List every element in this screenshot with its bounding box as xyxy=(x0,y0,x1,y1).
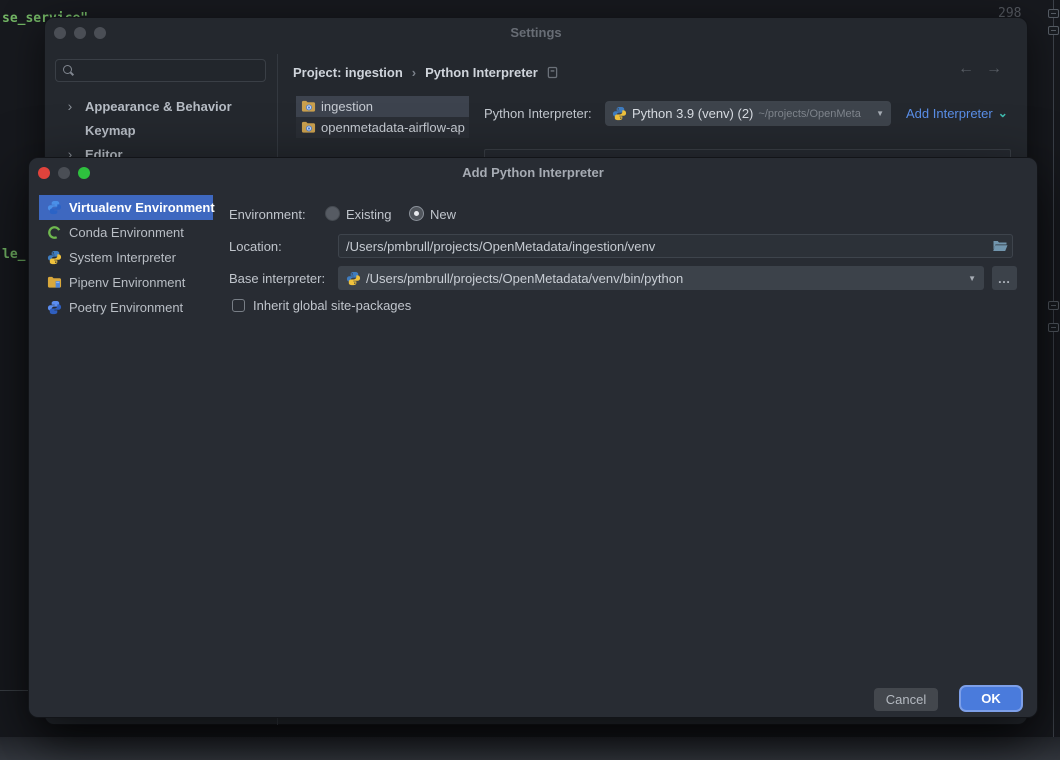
back-arrow-icon[interactable]: ← xyxy=(958,60,974,78)
radio-existing-label[interactable]: Existing xyxy=(346,207,392,222)
code-fold-icon[interactable] xyxy=(1048,323,1059,332)
interpreter-value: Python 3.9 (venv) (2) xyxy=(632,106,753,121)
forward-arrow-icon[interactable]: → xyxy=(986,60,1002,78)
project-row-openmetadata-airflow[interactable]: openmetadata-airflow-ap xyxy=(296,117,469,138)
browse-ellipsis-button[interactable]: … xyxy=(992,266,1017,290)
project-list: ingestion openmetadata-airflow-ap xyxy=(296,96,469,138)
interpreter-select[interactable]: Python 3.9 (venv) (2) ~/projects/OpenMet… xyxy=(605,101,891,126)
radio-new[interactable] xyxy=(409,206,424,221)
sidebar-item-keymap[interactable]: Keymap xyxy=(45,118,277,142)
sidebar-item-system-interpreter[interactable]: System Interpreter xyxy=(39,245,213,270)
sidebar-item-poetry[interactable]: Poetry Environment xyxy=(39,295,213,320)
background-code-fragment: le_ xyxy=(2,247,25,262)
breadcrumb-card-icon xyxy=(547,66,558,79)
interpreter-label: Python Interpreter: xyxy=(484,106,592,121)
breadcrumb-separator-icon: › xyxy=(412,65,416,80)
code-fold-icon[interactable] xyxy=(1048,26,1059,35)
chevron-down-icon: ⌄ xyxy=(998,110,1008,117)
search-icon xyxy=(62,64,76,77)
module-folder-icon xyxy=(301,120,316,135)
location-label: Location: xyxy=(229,239,282,254)
editor-gutter-line xyxy=(1053,0,1054,760)
chevron-right-icon: › xyxy=(59,99,81,113)
conda-icon xyxy=(47,225,62,240)
sidebar-item-conda[interactable]: Conda Environment xyxy=(39,220,213,245)
dialog-title: Add Python Interpreter xyxy=(29,165,1037,180)
sidebar-item-appearance-behavior[interactable]: › Appearance & Behavior xyxy=(45,94,277,118)
base-interpreter-value: /Users/pmbrull/projects/OpenMetadata/ven… xyxy=(366,271,964,286)
code-fold-icon[interactable] xyxy=(1048,9,1059,18)
radio-existing[interactable] xyxy=(325,206,340,221)
interpreter-path: ~/projects/OpenMeta xyxy=(758,108,872,120)
poetry-icon xyxy=(47,300,62,315)
base-interpreter-select[interactable]: /Users/pmbrull/projects/OpenMetadata/ven… xyxy=(338,266,984,290)
panel-divider xyxy=(0,690,28,691)
code-fold-icon[interactable] xyxy=(1048,301,1059,310)
pipenv-icon xyxy=(47,275,62,290)
environment-label: Environment: xyxy=(229,207,306,222)
python-icon xyxy=(47,250,62,265)
base-interpreter-label: Base interpreter: xyxy=(229,271,325,286)
breadcrumb-page[interactable]: Python Interpreter xyxy=(425,65,538,80)
cancel-button[interactable]: Cancel xyxy=(874,688,938,711)
python-icon xyxy=(612,106,627,121)
add-interpreter-link[interactable]: Add Interpreter ⌄ xyxy=(906,106,1008,121)
location-input[interactable] xyxy=(338,234,1013,258)
settings-search-input[interactable] xyxy=(55,59,266,82)
project-row-ingestion[interactable]: ingestion xyxy=(296,96,469,117)
python-icon xyxy=(346,271,361,286)
inherit-site-packages-checkbox[interactable] xyxy=(232,299,245,312)
inherit-site-packages-label[interactable]: Inherit global site-packages xyxy=(253,298,411,313)
ide-bottom-bar xyxy=(0,737,1060,760)
ok-button[interactable]: OK xyxy=(959,685,1023,712)
folder-browse-icon[interactable] xyxy=(992,238,1008,254)
module-folder-icon xyxy=(301,99,316,114)
sidebar-item-pipenv[interactable]: Pipenv Environment xyxy=(39,270,213,295)
dropdown-arrow-icon: ▼ xyxy=(876,109,884,118)
sidebar-item-virtualenv[interactable]: Virtualenv Environment xyxy=(39,195,213,220)
add-python-interpreter-dialog: Add Python Interpreter Virtualenv Enviro… xyxy=(28,157,1038,718)
breadcrumb: Project: ingestion › Python Interpreter xyxy=(293,62,558,82)
settings-window-title: Settings xyxy=(45,25,1027,40)
virtualenv-icon xyxy=(47,200,62,215)
radio-new-label[interactable]: New xyxy=(430,207,456,222)
dropdown-arrow-icon: ▼ xyxy=(968,274,976,283)
breadcrumb-project[interactable]: Project: ingestion xyxy=(293,65,403,80)
